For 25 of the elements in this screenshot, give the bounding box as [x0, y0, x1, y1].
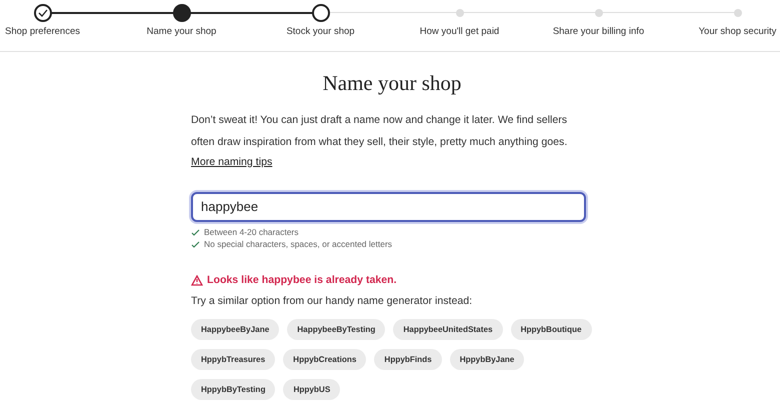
step-label: Stock your shop [286, 25, 355, 39]
naming-tips-link[interactable]: More naming tips [191, 152, 272, 170]
suggestion-chip[interactable]: HppybByJane [450, 349, 524, 370]
suggestion-prompt: Try a similar option from our handy name generator instead: [191, 294, 474, 310]
suggestion-chip[interactable]: HppybUS [283, 379, 340, 400]
intro-paragraph: Don’t sweat it! You can just draft a name now and change it later. We find sellers often draw inspiration from what they sell, their style, pretty much anything goes. [191, 112, 568, 150]
suggestion-chip[interactable]: HppybByTesting [191, 379, 276, 400]
suggestion-chip[interactable]: HppybBoutique [510, 319, 592, 340]
suggestion-chip[interactable]: HppybFinds [374, 349, 442, 370]
shop-name-field[interactable]: happybee [191, 192, 586, 222]
suggestion-chip[interactable]: HppybCreations [283, 349, 366, 370]
step-label: Shop preferences [5, 25, 80, 39]
page-title: Name your shop [322, 70, 462, 97]
warning-icon [191, 274, 203, 286]
suggestion-chip[interactable]: HappybeeByTesting [287, 319, 386, 340]
step-label: Share your billing info [552, 25, 644, 39]
suggestion-chip[interactable]: HappybeeByJane [191, 319, 280, 340]
suggestion-chip[interactable]: HppybTreasures [191, 349, 276, 370]
step-label: Your shop security [698, 25, 776, 39]
suggestion-chip[interactable]: HappybeeUnitedStates [393, 319, 503, 340]
step-label: How you'll get paid [420, 25, 500, 39]
rule-text: No special characters, spaces, or accented letters [204, 238, 392, 251]
error-message: Looks like happybee is already taken. [207, 272, 397, 288]
step-label: Name your shop [146, 25, 216, 39]
rule-text: Between 4-20 characters [204, 226, 298, 239]
